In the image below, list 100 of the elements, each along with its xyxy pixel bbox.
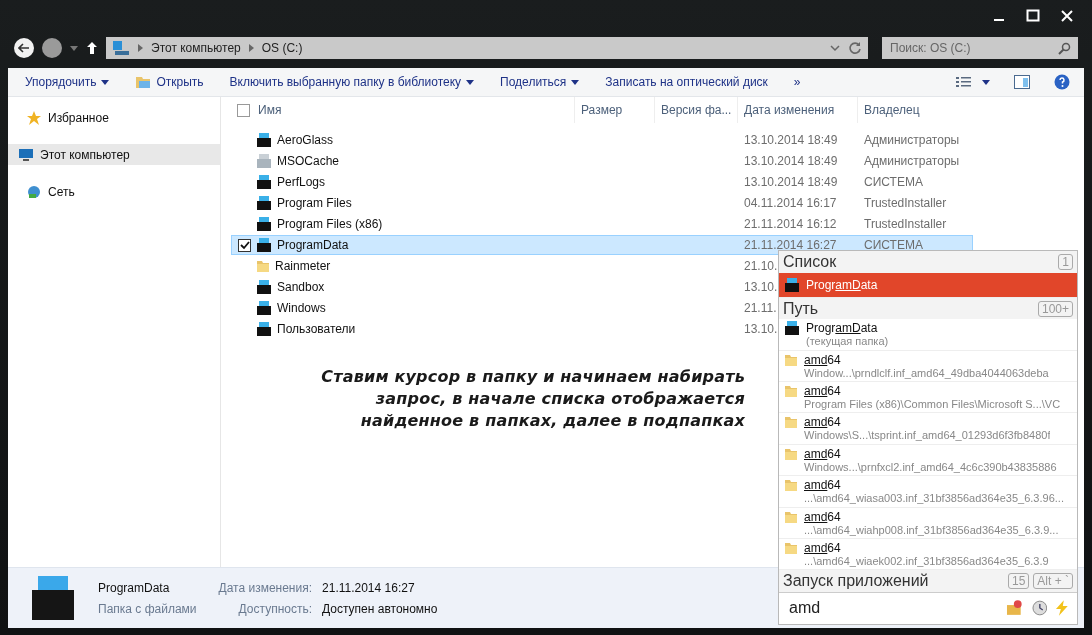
folder-icon <box>256 196 272 210</box>
folder-icon <box>256 217 272 231</box>
caret-icon <box>466 79 475 85</box>
date-cell: 21.11. <box>744 301 777 315</box>
dropdown-icon[interactable] <box>830 44 840 52</box>
search-field[interactable]: Поиск: OS (C:) <box>882 37 1078 59</box>
column-header[interactable]: Дата изменения <box>744 103 835 117</box>
result-item[interactable]: amd64 Program Files (x86)\Common Files\Microsoft S...\VC <box>779 382 1077 414</box>
maximize-icon[interactable] <box>1026 9 1040 23</box>
result-path: Windows...\prnfxcl2.inf_amd64_4c6c390b43835886 <box>804 460 1057 473</box>
folder-icon <box>784 277 800 292</box>
result-name: amd64 <box>804 478 842 493</box>
result-item[interactable]: amd64 Windows...\prnfxcl2.inf_amd64_4c6c390b43835886 <box>779 444 1077 477</box>
search-icon[interactable] <box>1058 42 1071 55</box>
count-badge: 15 <box>1007 572 1030 589</box>
result-name: amd64 <box>804 352 842 367</box>
result-item[interactable]: amd64 Windows\S...\tsprint.inf_amd64_01293d6f3fb8480f <box>779 413 1077 445</box>
sidebar-item[interactable]: Этот компьютер <box>8 144 220 165</box>
folder-icon <box>30 574 76 622</box>
address-bar[interactable]: Этот компьютер OS (C:) <box>106 37 868 59</box>
folder-icon <box>784 446 798 461</box>
file-row[interactable]: Program Files 04.11.2014 16:17 TrustedInstaller <box>231 193 973 213</box>
more-button[interactable]: » <box>784 71 810 93</box>
file-name: PerfLogs <box>277 175 326 189</box>
result-item[interactable]: amd64 ...\amd64_wiahp008.inf_31bf3856ad364e35_6.3.9... <box>779 507 1077 539</box>
result-item[interactable]: amd64 Window...\prndlclf.inf_amd64_49dba4044063deba <box>779 350 1077 383</box>
caret-icon[interactable] <box>70 45 78 51</box>
close-icon[interactable] <box>1060 9 1074 23</box>
result-path: Program Files (x86)\Common Files\Microsoft S...\VC <box>804 398 1061 411</box>
caret-icon <box>101 79 110 85</box>
result-item[interactable]: amd64 ...\amd64_wiasa003.inf_31bf3856ad364e35_6.3.96... <box>779 476 1077 508</box>
shortcut-badge: Alt + ` <box>1033 572 1073 589</box>
result-name: amd64 <box>804 415 842 430</box>
folder-icon <box>256 280 272 294</box>
date-cell: 13.10.2014 18:49 <box>744 133 838 147</box>
column-header[interactable]: Владелец <box>864 103 920 117</box>
breadcrumb[interactable]: OS (C:) <box>261 41 303 55</box>
file-name: Program Files (x86) <box>277 217 383 231</box>
help-icon[interactable] <box>1054 74 1070 90</box>
result-item[interactable]: amd64 ...\amd64_wiaek002.inf_31bf3856ad364e35_6.3.9 <box>779 538 1077 571</box>
file-name: Windows <box>277 301 326 315</box>
owner-cell: СИСТЕМА <box>864 238 923 252</box>
result-path: ...\amd64_wiahp008.inf_31bf3856ad364e35_6.3.9... <box>804 523 1059 536</box>
folder-icon <box>784 478 798 493</box>
column-header[interactable]: Версия фа... <box>661 103 732 117</box>
toolbar-menu-button[interactable]: Включить выбранную папку в библиотеку <box>220 71 484 93</box>
details-label: Доступность: <box>237 601 313 616</box>
column-header[interactable]: Размер <box>581 103 623 117</box>
file-row[interactable]: Program Files (x86) 21.11.2014 16:12 TrustedInstaller <box>231 214 973 234</box>
breadcrumb[interactable]: Этот компьютер <box>151 41 241 55</box>
file-row[interactable]: PerfLogs 13.10.2014 18:49 СИСТЕМА <box>231 172 973 192</box>
file-name: AeroGlass <box>277 133 334 147</box>
file-name: Пользователи <box>277 322 356 336</box>
chevron-icon <box>138 44 143 52</box>
owner-cell: TrustedInstaller <box>864 217 947 231</box>
computer-icon <box>112 40 130 56</box>
query-input[interactable]: amd <box>787 598 998 619</box>
back-arrow-icon <box>18 43 30 53</box>
folder-icon <box>784 509 798 524</box>
file-row[interactable]: AeroGlass 13.10.2014 18:49 Администраторы <box>231 130 973 150</box>
file-name: Rainmeter <box>275 259 331 273</box>
query-field[interactable]: amd <box>779 591 1077 624</box>
folder-heart-icon[interactable] <box>1006 600 1024 617</box>
toolbar-menu-button[interactable]: Поделиться <box>491 71 589 93</box>
up-arrow-icon[interactable] <box>86 41 98 55</box>
refresh-icon[interactable] <box>848 41 862 55</box>
result-name: amd64 <box>804 384 842 399</box>
toolbar-button[interactable]: Записать на оптический диск <box>596 71 777 93</box>
forward-button[interactable] <box>42 38 62 58</box>
star-icon <box>26 109 42 126</box>
date-cell: 13.10. <box>744 322 778 336</box>
details-type: Папка с файлами <box>98 601 197 616</box>
open-button[interactable]: Открыть <box>126 71 213 93</box>
folder-icon <box>256 259 270 273</box>
view-list-icon[interactable] <box>956 76 972 88</box>
folder-icon <box>256 301 272 315</box>
folder-icon <box>256 133 272 147</box>
chevron-icon <box>248 44 254 52</box>
section-title: Запуск приложений <box>783 571 929 590</box>
file-row[interactable]: ProgramData 21.11.2014 16:27 СИСТЕМА <box>231 235 973 255</box>
computer-icon <box>18 147 34 162</box>
back-button[interactable] <box>14 38 34 58</box>
date-cell: 13.10.2014 18:49 <box>744 154 838 168</box>
preview-pane-icon[interactable] <box>1014 75 1030 89</box>
result-item[interactable]: ProgramData <box>779 272 1077 298</box>
folder-icon <box>784 415 798 430</box>
result-item[interactable]: ProgramData (текущая папка) <box>779 319 1077 351</box>
sidebar-item[interactable]: Сеть <box>8 181 220 202</box>
result-path: Windows\S...\tsprint.inf_amd64_01293d6f3fb8480f <box>804 429 1051 442</box>
toolbar-menu-button[interactable]: Упорядочить <box>16 71 119 93</box>
select-all-checkbox[interactable] <box>237 103 250 117</box>
folder-icon <box>784 352 798 367</box>
clock-icon[interactable] <box>1031 600 1048 617</box>
column-header[interactable]: Имя <box>258 103 282 117</box>
file-row[interactable]: MSOCache 13.10.2014 18:49 Администраторы <box>231 151 973 171</box>
date-cell: 04.11.2014 16:17 <box>744 196 837 210</box>
result-name: amd64 <box>804 540 842 555</box>
sidebar-item[interactable]: Избранное <box>8 107 220 128</box>
result-name: amd64 <box>804 446 842 461</box>
row-checkbox[interactable] <box>238 238 251 252</box>
